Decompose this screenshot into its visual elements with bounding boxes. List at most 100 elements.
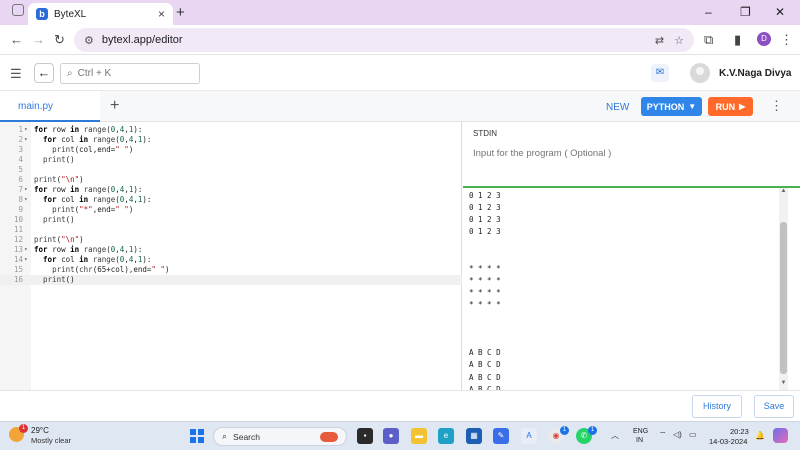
- input-region[interactable]: IN: [636, 437, 643, 444]
- code-line[interactable]: 7 ▾ for row in range(0,4,1):: [0, 185, 462, 195]
- app-header: ☰ ← ⌕ ✉ K.V.Naga Divya: [0, 55, 800, 91]
- code-line[interactable]: 10 print(): [0, 215, 462, 225]
- tray-overflow-icon[interactable]: ︿: [611, 430, 619, 441]
- browser-tab[interactable]: b ByteXL ×: [28, 3, 173, 25]
- scroll-down-icon[interactable]: ▼: [779, 380, 788, 389]
- line-number: 11: [13, 225, 23, 234]
- line-number: 6: [18, 175, 23, 184]
- battery-icon[interactable]: ▭: [689, 430, 697, 439]
- stdin-input[interactable]: [473, 145, 783, 161]
- window-close-icon[interactable]: ✕: [775, 5, 785, 19]
- file-tab-main[interactable]: main.py: [0, 91, 100, 122]
- code-line[interactable]: 15 print(chr(65+col),end=" "): [0, 265, 462, 275]
- language-label: PYTHON: [646, 101, 685, 112]
- translate-icon[interactable]: ⇄: [655, 34, 664, 47]
- line-number: 9: [18, 205, 23, 214]
- search-box[interactable]: ⌕: [60, 63, 200, 84]
- code-line[interactable]: 16 print(): [0, 275, 462, 285]
- extensions-icon[interactable]: ⧉: [704, 32, 713, 48]
- volume-icon[interactable]: ◁): [673, 430, 682, 439]
- windows-start-icon[interactable]: [190, 429, 204, 443]
- code-editor[interactable]: 1 ▾ for row in range(0,4,1): 2 ▾ for col in …: [0, 122, 462, 390]
- back-arrow-icon[interactable]: ←: [10, 32, 23, 47]
- weather-temperature[interactable]: 29°C: [31, 426, 49, 435]
- output-line: A B C D: [469, 360, 501, 370]
- stdin-panel: STDIN: [463, 122, 800, 188]
- code-text: print(): [43, 155, 75, 164]
- code-line[interactable]: 5: [0, 165, 462, 175]
- forward-arrow-icon[interactable]: →: [32, 32, 45, 47]
- store-icon[interactable]: ▦: [466, 428, 482, 444]
- code-line[interactable]: 6 print("\n"): [0, 175, 462, 185]
- file-explorer-icon[interactable]: ▬: [411, 428, 427, 444]
- search-input[interactable]: [77, 68, 188, 79]
- add-file-icon[interactable]: +: [110, 97, 119, 115]
- output-line: 0 1 2 3: [469, 227, 501, 237]
- input-language[interactable]: ENG: [633, 428, 648, 435]
- clock-time[interactable]: 20:23: [730, 427, 749, 436]
- code-line[interactable]: 1 ▾ for row in range(0,4,1):: [0, 125, 462, 135]
- fold-chevron-icon[interactable]: ▾: [24, 245, 28, 255]
- output-scrollbar[interactable]: ▲ ▼: [779, 188, 788, 390]
- fold-chevron-icon[interactable]: ▾: [24, 255, 28, 265]
- taskbar-search[interactable]: ⌕ Search: [213, 427, 347, 446]
- sidebar-icon[interactable]: ▮: [734, 32, 741, 48]
- tab-search-icon[interactable]: [12, 4, 24, 16]
- output-line: A B C D: [469, 348, 501, 358]
- code-line[interactable]: 12 print("\n"): [0, 235, 462, 245]
- code-text: for row in range(0,4,1):: [34, 125, 143, 134]
- menu-list-icon[interactable]: ☰: [10, 66, 22, 82]
- minimize-icon[interactable]: –: [705, 5, 712, 19]
- url-omnibox[interactable]: ⚙ bytexl.app/editor ⇄ ☆: [74, 28, 694, 52]
- fold-chevron-icon[interactable]: ▾: [24, 195, 28, 205]
- site-info-icon[interactable]: ⚙: [84, 34, 94, 47]
- profile-avatar[interactable]: D: [757, 32, 771, 46]
- copilot-icon[interactable]: [773, 428, 788, 443]
- new-button[interactable]: NEW: [606, 102, 629, 113]
- bookmark-star-icon[interactable]: ☆: [674, 34, 684, 47]
- code-line[interactable]: 3 print(col,end=" "): [0, 145, 462, 155]
- notification-bell-icon[interactable]: 🔔: [755, 431, 765, 440]
- tab-close-icon[interactable]: ×: [158, 7, 165, 21]
- user-name[interactable]: K.V.Naga Divya: [719, 68, 791, 79]
- wifi-icon[interactable]: ⌔: [659, 430, 667, 440]
- copilot-app-icon[interactable]: A: [521, 428, 537, 444]
- fold-chevron-icon[interactable]: ▾: [24, 135, 28, 145]
- photos-icon[interactable]: ✎: [493, 428, 509, 444]
- app-back-icon[interactable]: ←: [34, 63, 54, 83]
- history-button[interactable]: History: [692, 395, 742, 418]
- code-text: for row in range(0,4,1):: [34, 185, 143, 194]
- user-avatar[interactable]: [690, 63, 710, 83]
- code-line[interactable]: 14 ▾ for col in range(0,4,1):: [0, 255, 462, 265]
- weather-description[interactable]: Mostly clear: [31, 436, 71, 445]
- taskbar-search-icon: ⌕: [222, 431, 228, 441]
- browser-menu-icon[interactable]: ⋮: [780, 32, 793, 48]
- scroll-thumb[interactable]: [780, 222, 787, 374]
- code-line[interactable]: 4 print(): [0, 155, 462, 165]
- chat-icon[interactable]: ✉: [651, 64, 669, 82]
- code-line[interactable]: 11: [0, 225, 462, 235]
- code-line[interactable]: 13 ▾ for row in range(0,4,1):: [0, 245, 462, 255]
- scroll-up-icon[interactable]: ▲: [779, 188, 788, 197]
- line-number: 16: [13, 275, 23, 284]
- new-tab-icon[interactable]: +: [176, 4, 185, 21]
- teams-icon[interactable]: ●: [383, 428, 399, 444]
- task-view-icon[interactable]: ▪: [357, 428, 373, 444]
- code-line[interactable]: 9 print("*",end=" "): [0, 205, 462, 215]
- code-line[interactable]: 8 ▾ for col in range(0,4,1):: [0, 195, 462, 205]
- search-highlight-icon: [320, 431, 338, 442]
- fold-chevron-icon[interactable]: ▾: [24, 125, 28, 135]
- more-options-icon[interactable]: ⋮: [770, 98, 783, 114]
- language-select[interactable]: PYTHON ▼: [641, 97, 702, 116]
- code-text: print("\n"): [34, 175, 84, 184]
- save-button[interactable]: Save: [754, 395, 794, 418]
- maximize-icon[interactable]: ❐: [740, 5, 751, 19]
- edge-icon[interactable]: e: [438, 428, 454, 444]
- chrome-badge: 1: [560, 426, 569, 435]
- url-text[interactable]: bytexl.app/editor: [102, 34, 645, 46]
- reload-icon[interactable]: ↻: [54, 32, 65, 48]
- run-button[interactable]: RUN ▶: [708, 97, 753, 116]
- clock-date[interactable]: 14-03-2024: [709, 437, 747, 446]
- code-line[interactable]: 2 ▾ for col in range(0,4,1):: [0, 135, 462, 145]
- fold-chevron-icon[interactable]: ▾: [24, 185, 28, 195]
